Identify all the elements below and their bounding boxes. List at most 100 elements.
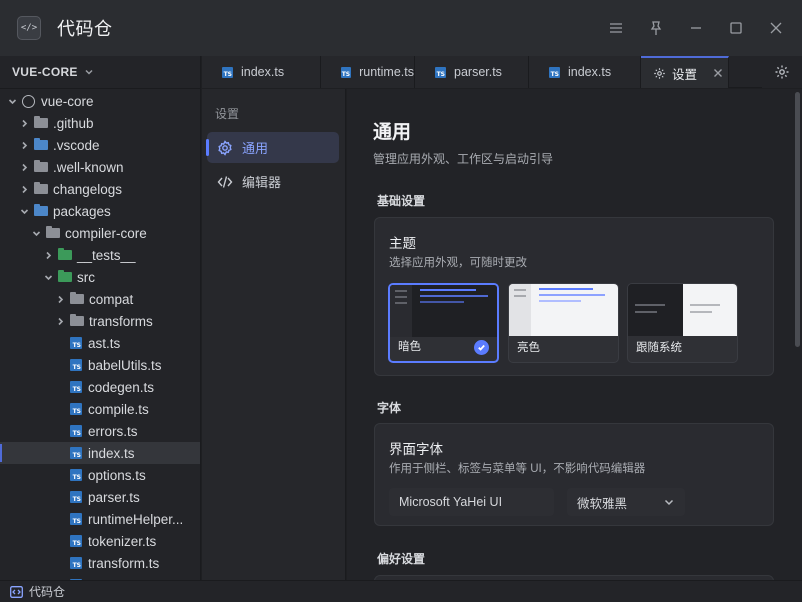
title-bar: </> 代码仓 <box>0 0 802 56</box>
nav-item-general[interactable]: 通用 <box>206 132 339 163</box>
page-subtitle: 管理应用外观、工作区与启动引导 <box>373 152 554 166</box>
theme-option-system[interactable]: 跟随系统 <box>627 283 738 363</box>
editor-tab[interactable]: TS index.ts <box>202 56 321 88</box>
explorer-header[interactable]: VUE-CORE <box>0 56 200 89</box>
tree-item-label: errors.ts <box>88 423 138 439</box>
app-title: 代码仓 <box>57 19 113 39</box>
tree-item-label: codegen.ts <box>88 379 155 395</box>
tab-settings[interactable]: 设置 <box>641 56 729 88</box>
chevron-down-icon <box>664 499 674 506</box>
nav-item-general-label: 通用 <box>242 141 269 156</box>
tree-item-label: src <box>77 269 95 285</box>
tree-file-item[interactable]: TS errors.ts <box>0 420 200 442</box>
folder-icon <box>70 314 84 326</box>
tree-item-label: tokenizer.ts <box>88 533 157 549</box>
tree-item-label: .vscode <box>53 137 100 153</box>
typescript-file-icon: TS <box>70 381 82 393</box>
explorer-sidebar: VUE-CORE vue-core .github .vscode .well-kno… <box>0 56 201 580</box>
chevron-right-icon <box>18 183 30 195</box>
typescript-file-icon: TS <box>549 66 560 78</box>
pin-button[interactable] <box>640 14 672 42</box>
theme-card-title: 主题 <box>389 236 416 251</box>
settings-content: 通用 管理应用外观、工作区与启动引导 基础设置 主题 选择应用外观，可随时更改 … <box>347 89 793 580</box>
tree-item-label: runtimeHelper... <box>88 511 184 527</box>
tree-file-item[interactable]: TS compile.ts <box>0 398 200 420</box>
chevron-right-icon <box>54 315 66 327</box>
tree-file-item[interactable]: TS index.ts <box>0 442 200 464</box>
font-select[interactable]: 微软雅黑 <box>567 488 685 516</box>
editor-tab[interactable]: TS parser.ts <box>415 56 529 88</box>
folder-icon <box>70 292 84 304</box>
tab-label: runtime.ts <box>359 65 414 79</box>
nav-item-editor[interactable]: 编辑器 <box>207 166 339 197</box>
font-name-value: Microsoft YaHei UI <box>399 495 503 509</box>
tree-folder-item[interactable]: .vscode <box>0 134 200 156</box>
close-icon <box>770 22 782 34</box>
tab-label: index.ts <box>568 65 612 79</box>
app-logo-icon: </> <box>17 16 41 40</box>
menu-button[interactable] <box>600 14 632 42</box>
gear-icon <box>218 139 232 156</box>
tree-folder-item[interactable]: changelogs <box>0 178 200 200</box>
editor-tab-bar: TS index.ts TS runtime.ts TS parser.ts TS index… <box>202 56 802 88</box>
tree-folder-item[interactable]: compat <box>0 288 200 310</box>
tree-folder-item[interactable]: __tests__ <box>0 244 200 266</box>
theme-preview-light <box>509 284 618 336</box>
font-card: 界面字体 作用于侧栏、标签与菜单等 UI，不影响代码编辑器 Microsoft … <box>374 423 774 526</box>
tab-label: index.ts <box>241 65 285 79</box>
tree-item-label: transform.ts <box>88 555 160 571</box>
tree-folder-item[interactable]: .github <box>0 112 200 134</box>
font-card-subtitle: 作用于侧栏、标签与菜单等 UI，不影响代码编辑器 <box>389 463 646 475</box>
close-window-button[interactable] <box>760 14 792 42</box>
tree-folder-item[interactable]: compiler-core <box>0 222 200 244</box>
tree-file-item[interactable]: TS transform.ts <box>0 552 200 574</box>
typescript-file-icon: TS <box>70 513 82 525</box>
tree-folder-item[interactable]: packages <box>0 200 200 222</box>
typescript-file-icon: TS <box>70 491 82 503</box>
minimize-icon <box>691 27 701 29</box>
tree-folder-item[interactable]: transforms <box>0 310 200 332</box>
editor-tab[interactable]: TS runtime.ts <box>321 56 415 88</box>
code-icon <box>10 585 23 598</box>
theme-preview-dark <box>390 285 497 337</box>
folder-icon <box>34 204 48 216</box>
tree-item-label: .well-known <box>53 159 124 175</box>
tree-file-item[interactable]: TS runtimeHelper... <box>0 508 200 530</box>
typescript-file-icon: TS <box>70 337 82 349</box>
tree-folder-item[interactable]: .well-known <box>0 156 200 178</box>
content-scrollbar-thumb[interactable] <box>795 92 800 347</box>
tree-folder-item[interactable]: src <box>0 266 200 288</box>
tree-folder-item[interactable]: vue-core <box>0 90 200 112</box>
typescript-file-icon: TS <box>70 557 82 569</box>
chevron-right-icon <box>42 249 54 261</box>
repo-root-icon <box>22 94 35 108</box>
chevron-down-icon <box>85 69 93 75</box>
theme-option-light-label: 亮色 <box>517 342 540 354</box>
theme-option-light[interactable]: 亮色 <box>508 283 619 363</box>
font-name-input[interactable]: Microsoft YaHei UI <box>389 488 554 516</box>
nav-item-editor-label: 编辑器 <box>242 175 282 190</box>
tree-file-item[interactable]: TS codegen.ts <box>0 376 200 398</box>
folder-icon <box>58 270 72 282</box>
editor-tab[interactable]: TS index.ts <box>529 56 641 88</box>
typescript-file-icon: TS <box>70 447 82 459</box>
folder-icon <box>46 226 60 238</box>
section-font-title: 字体 <box>377 401 402 415</box>
settings-nav-heading: 设置 <box>215 107 240 121</box>
tree-item-label: changelogs <box>53 181 123 197</box>
maximize-button[interactable] <box>720 14 752 42</box>
chevron-down-icon <box>30 227 42 239</box>
chevron-right-icon <box>54 293 66 305</box>
close-tab-icon[interactable] <box>713 68 723 78</box>
tree-file-item[interactable]: TS parser.ts <box>0 486 200 508</box>
tree-file-item[interactable]: TS ast.ts <box>0 332 200 354</box>
minimize-button[interactable] <box>680 14 712 42</box>
theme-option-dark-label: 暗色 <box>398 341 421 353</box>
tree-file-item[interactable]: TS tokenizer.ts <box>0 530 200 552</box>
theme-option-dark[interactable]: 暗色 <box>388 283 499 363</box>
tree-file-item[interactable]: TS babelUtils.ts <box>0 354 200 376</box>
settings-shortcut-button[interactable] <box>762 56 802 88</box>
tree-file-item[interactable]: TS options.ts <box>0 464 200 486</box>
tree-item-label: compat <box>89 291 134 307</box>
folder-icon <box>58 248 72 260</box>
